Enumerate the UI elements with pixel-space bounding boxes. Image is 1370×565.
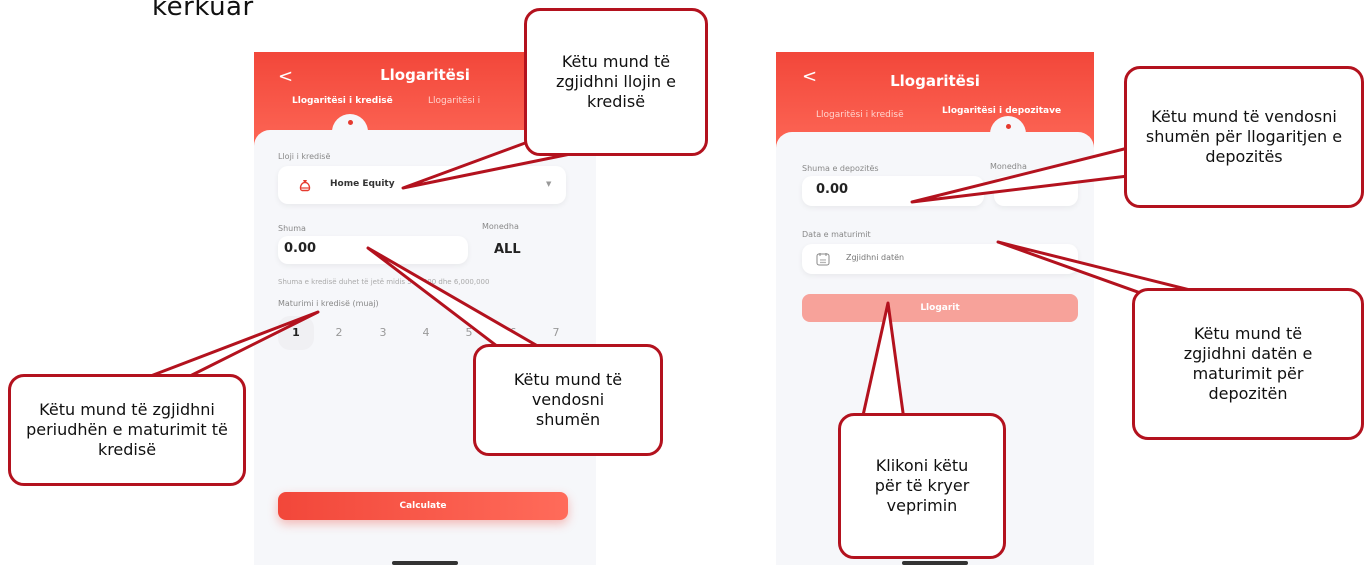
callout-execute: Klikoni këtu për të kryer veprimin	[838, 413, 1006, 559]
callout-maturity: Këtu mund të zgjidhni periudhën e maturi…	[8, 374, 246, 486]
callout-deposit-date: Këtu mund të zgjidhni datën e maturimit …	[1132, 288, 1364, 440]
callout-deposit-amount: Këtu mund të vendosni shumën për llogari…	[1124, 66, 1364, 208]
pointer-execute	[860, 301, 906, 422]
pointer-amount	[366, 246, 550, 358]
callout-amount: Këtu mund të vendosni shumën	[473, 344, 663, 456]
callout-loan-type: Këtu mund të zgjidhni llojin e kredisë	[524, 8, 708, 156]
pointer-maturity	[146, 310, 320, 379]
pointer-deposit-amount	[910, 146, 1130, 204]
